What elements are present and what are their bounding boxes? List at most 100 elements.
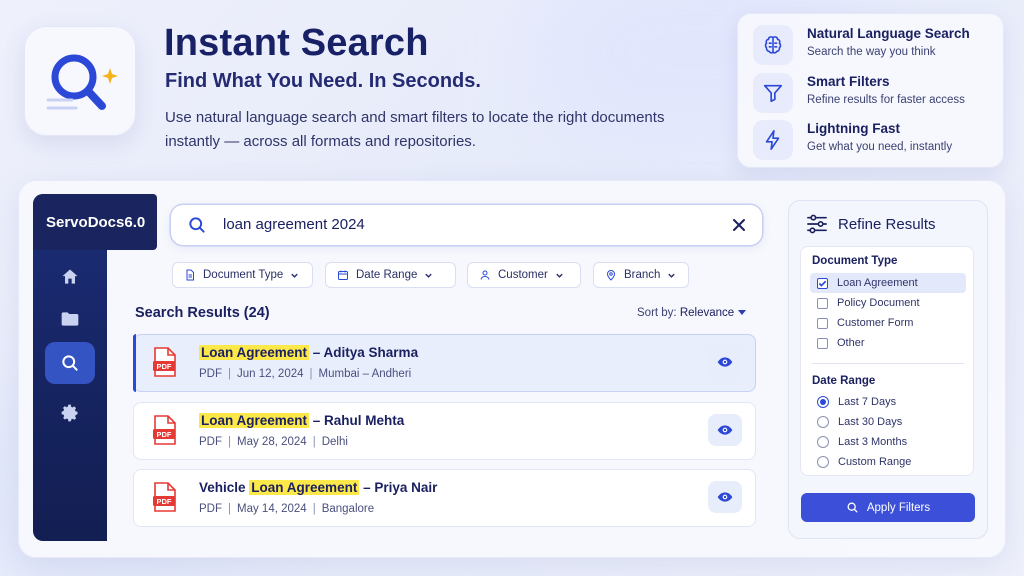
- home-icon[interactable]: [55, 262, 85, 292]
- refine-title: Refine Results: [838, 215, 936, 233]
- eye-icon: [717, 425, 733, 435]
- checkbox-icon[interactable]: [817, 297, 828, 309]
- eye-icon: [717, 357, 733, 367]
- pdf-file-icon: PDF: [153, 415, 176, 445]
- result-row[interactable]: PDF Loan Agreement – Aditya Sharma PDF | J…: [133, 334, 756, 392]
- brand-logo: ServoDocs6.0: [33, 194, 157, 250]
- hero-description: Use natural language search and smart fi…: [165, 109, 665, 150]
- eye-icon: [717, 492, 733, 502]
- doc-type-option[interactable]: Policy Document: [810, 293, 966, 313]
- date-option[interactable]: Last 7 Days: [810, 392, 966, 412]
- radio-selected-icon[interactable]: [817, 396, 829, 408]
- sort-dropdown[interactable]: Sort by: Relevance: [637, 307, 747, 319]
- filter-branch[interactable]: Branch: [593, 262, 689, 288]
- radio-icon[interactable]: [817, 416, 829, 428]
- feature-title: Natural Language Search: [807, 26, 970, 41]
- feature-title: Lightning Fast: [807, 121, 900, 136]
- apply-label: Apply Filters: [866, 501, 931, 514]
- feature-desc: Search the way you think: [807, 46, 936, 58]
- date-option[interactable]: Last 30 Days: [810, 412, 966, 432]
- filter-customer[interactable]: Customer: [467, 262, 581, 288]
- option-label: Other: [837, 337, 865, 349]
- chevron-down-icon: [556, 273, 563, 278]
- feature-desc: Refine results for faster access: [807, 94, 965, 106]
- sort-label: Sort by:: [637, 307, 677, 319]
- match-highlight: Loan Agreement: [199, 345, 310, 360]
- date-option[interactable]: Last 3 Months: [810, 432, 966, 452]
- chevron-down-icon: [425, 273, 433, 278]
- option-label: Loan Agreement: [837, 277, 918, 289]
- filter-label: Customer: [498, 269, 548, 281]
- divider: [812, 363, 964, 364]
- filter-label: Date Range: [356, 269, 418, 281]
- option-label: Last 7 Days: [838, 396, 897, 408]
- result-row[interactable]: PDF Vehicle Loan Agreement – Priya Nair …: [133, 469, 756, 527]
- hero-subtitle: Find What You Need. In Seconds.: [165, 70, 481, 92]
- preview-button[interactable]: [708, 481, 742, 513]
- option-label: Custom Range: [838, 456, 912, 468]
- checkbox-icon[interactable]: [817, 317, 828, 329]
- result-meta: PDF | May 14, 2024 | Bangalore: [199, 503, 375, 515]
- chevron-down-icon: [291, 273, 299, 278]
- match-highlight: Loan Agreement: [249, 480, 360, 495]
- document-icon: [186, 269, 194, 281]
- feature-natural-language: Natural Language Search Search the way y…: [753, 25, 993, 65]
- checkbox-icon[interactable]: [817, 337, 828, 349]
- result-title: Loan Agreement – Aditya Sharma: [199, 345, 419, 360]
- lightning-icon: [753, 120, 793, 160]
- chevron-down-icon: [668, 273, 676, 278]
- search-nav-button[interactable]: [45, 342, 95, 384]
- doc-type-option[interactable]: Other: [810, 333, 966, 353]
- match-highlight: Loan Agreement: [199, 413, 310, 428]
- result-meta: PDF | Jun 12, 2024 | Mumbai – Andheri: [199, 368, 412, 380]
- doc-type-heading: Document Type: [812, 255, 898, 267]
- search-logo-icon: [46, 54, 118, 110]
- hero-title: Instant Search: [164, 22, 429, 64]
- filter-document-type[interactable]: Document Type: [172, 262, 313, 288]
- result-meta: PDF | May 28, 2024 | Delhi: [199, 436, 348, 448]
- search-icon: [62, 355, 78, 371]
- filter-label: Branch: [624, 269, 661, 281]
- filter-icon: [753, 73, 793, 113]
- pdf-label: PDF: [157, 497, 172, 506]
- filter-date-range[interactable]: Date Range: [325, 262, 456, 288]
- refine-header: Refine Results: [806, 214, 936, 234]
- option-label: Policy Document: [837, 297, 920, 309]
- caret-down-icon: [738, 310, 747, 315]
- search-input[interactable]: loan agreement 2024: [223, 216, 365, 233]
- radio-icon[interactable]: [817, 456, 829, 468]
- location-pin-icon: [606, 270, 616, 281]
- brain-icon: [753, 25, 793, 65]
- user-icon: [480, 270, 490, 280]
- date-range-heading: Date Range: [812, 375, 876, 387]
- feature-title: Smart Filters: [807, 74, 890, 89]
- pdf-file-icon: PDF: [153, 347, 176, 377]
- pdf-file-icon: PDF: [153, 482, 176, 512]
- folder-icon[interactable]: [55, 304, 85, 334]
- results-heading: Search Results (24): [135, 305, 270, 321]
- result-title: Loan Agreement – Rahul Mehta: [199, 413, 405, 428]
- result-row[interactable]: PDF Loan Agreement – Rahul Mehta PDF | May…: [133, 402, 756, 460]
- doc-type-option[interactable]: Customer Form: [810, 313, 966, 333]
- search-icon: [189, 217, 205, 233]
- result-title: Vehicle Loan Agreement – Priya Nair: [199, 480, 438, 495]
- feature-smart-filters: Smart Filters Refine results for faster …: [753, 73, 993, 113]
- date-option[interactable]: Custom Range: [810, 452, 966, 472]
- search-bar[interactable]: loan agreement 2024: [171, 205, 762, 245]
- option-label: Last 3 Months: [838, 436, 908, 448]
- pdf-label: PDF: [157, 362, 172, 371]
- apply-filters-button[interactable]: Apply Filters: [801, 493, 975, 522]
- checkbox-checked-icon[interactable]: [817, 277, 828, 289]
- search-icon: [847, 502, 858, 513]
- gear-icon[interactable]: [55, 398, 85, 428]
- features-card: Natural Language Search Search the way y…: [737, 13, 1004, 168]
- doc-type-option[interactable]: Loan Agreement: [810, 273, 966, 293]
- preview-button[interactable]: [708, 414, 742, 446]
- sort-value: Relevance: [679, 307, 735, 319]
- radio-icon[interactable]: [817, 436, 829, 448]
- preview-button[interactable]: [708, 346, 742, 378]
- pdf-label: PDF: [157, 430, 172, 439]
- feature-lightning-fast: Lightning Fast Get what you need, instan…: [753, 120, 993, 160]
- close-icon[interactable]: [728, 214, 750, 236]
- calendar-icon: [338, 270, 348, 280]
